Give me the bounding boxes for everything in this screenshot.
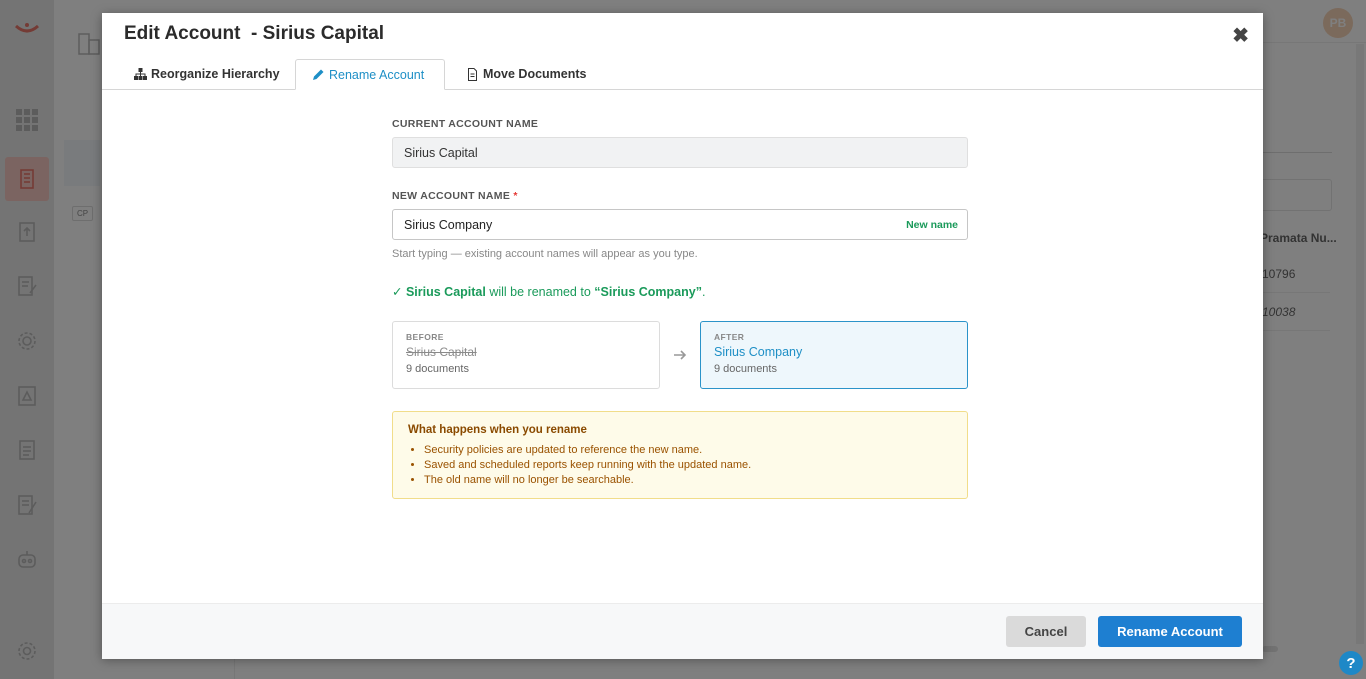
document-icon — [468, 67, 477, 81]
current-name-field: Sirius Capital — [392, 137, 968, 168]
old-name-text: Sirius Capital — [405, 285, 486, 299]
required-mark: * — [513, 190, 518, 202]
note-item: The old name will no longer be searchabl… — [424, 473, 952, 488]
new-name-label: NEW ACCOUNT NAME * — [392, 190, 968, 202]
after-caption: AFTER — [714, 332, 745, 342]
before-after-comparison: BEFORE Sirius Capital 9 documents AFTER … — [392, 321, 968, 389]
edit-account-modal: Edit Account - Sirius Capital ✖ Reorgani… — [102, 13, 1263, 659]
note-title: What happens when you rename — [408, 424, 587, 436]
rename-confirmation: ✓ Sirius Capital will be renamed to “Sir… — [392, 284, 968, 299]
rename-account-button[interactable]: Rename Account — [1098, 616, 1242, 647]
check-icon: ✓ — [392, 285, 403, 299]
new-name-label-text: NEW ACCOUNT NAME — [392, 190, 511, 202]
current-name-value: Sirius Capital — [404, 145, 478, 160]
new-name-text: “Sirius Company” — [594, 285, 702, 299]
tab-rename-account[interactable]: Rename Account — [295, 59, 445, 90]
confirm-middle-text: will be renamed to — [489, 285, 591, 299]
new-name-value: Sirius Company — [404, 217, 493, 232]
modal-title: Edit Account - Sirius Capital — [124, 23, 385, 44]
before-docs: 9 documents — [406, 363, 469, 375]
before-name: Sirius Capital — [406, 345, 477, 359]
hierarchy-icon — [134, 67, 147, 80]
before-caption: BEFORE — [406, 332, 444, 342]
tab-reorganize-hierarchy[interactable]: Reorganize Hierarchy — [118, 59, 296, 89]
tab-label: Move Documents — [483, 67, 587, 81]
note-item: Saved and scheduled reports keep running… — [424, 458, 952, 473]
tab-move-documents[interactable]: Move Documents — [450, 59, 603, 89]
current-name-label: CURRENT ACCOUNT NAME — [392, 118, 539, 130]
note-item: Security policies are updated to referen… — [424, 443, 952, 458]
note-list: Security policies are updated to referen… — [408, 443, 952, 488]
before-card: BEFORE Sirius Capital 9 documents — [392, 321, 660, 389]
tab-label: Reorganize Hierarchy — [151, 67, 280, 81]
arrow-right-icon — [674, 350, 687, 360]
new-name-input[interactable]: Sirius Company New name — [392, 209, 968, 240]
after-card: AFTER Sirius Company 9 documents — [700, 321, 968, 389]
cancel-button[interactable]: Cancel — [1006, 616, 1086, 647]
tab-label: Rename Account — [329, 67, 425, 82]
new-name-tag: New name — [906, 219, 958, 231]
input-hint: Start typing — existing account names wi… — [392, 248, 698, 260]
close-icon[interactable]: ✖ — [1232, 23, 1249, 48]
rename-form: CURRENT ACCOUNT NAME Sirius Capital NEW … — [392, 118, 968, 499]
pencil-icon — [313, 69, 324, 80]
tab-bar: Reorganize Hierarchy Rename Account Move… — [102, 59, 1263, 90]
after-name: Sirius Company — [714, 345, 803, 359]
help-button[interactable]: ? — [1339, 651, 1363, 675]
modal-footer: Cancel Rename Account — [102, 603, 1263, 659]
after-docs: 9 documents — [714, 363, 777, 375]
rename-info-note: What happens when you rename Security po… — [392, 411, 968, 499]
confirm-end-text: . — [701, 285, 706, 299]
